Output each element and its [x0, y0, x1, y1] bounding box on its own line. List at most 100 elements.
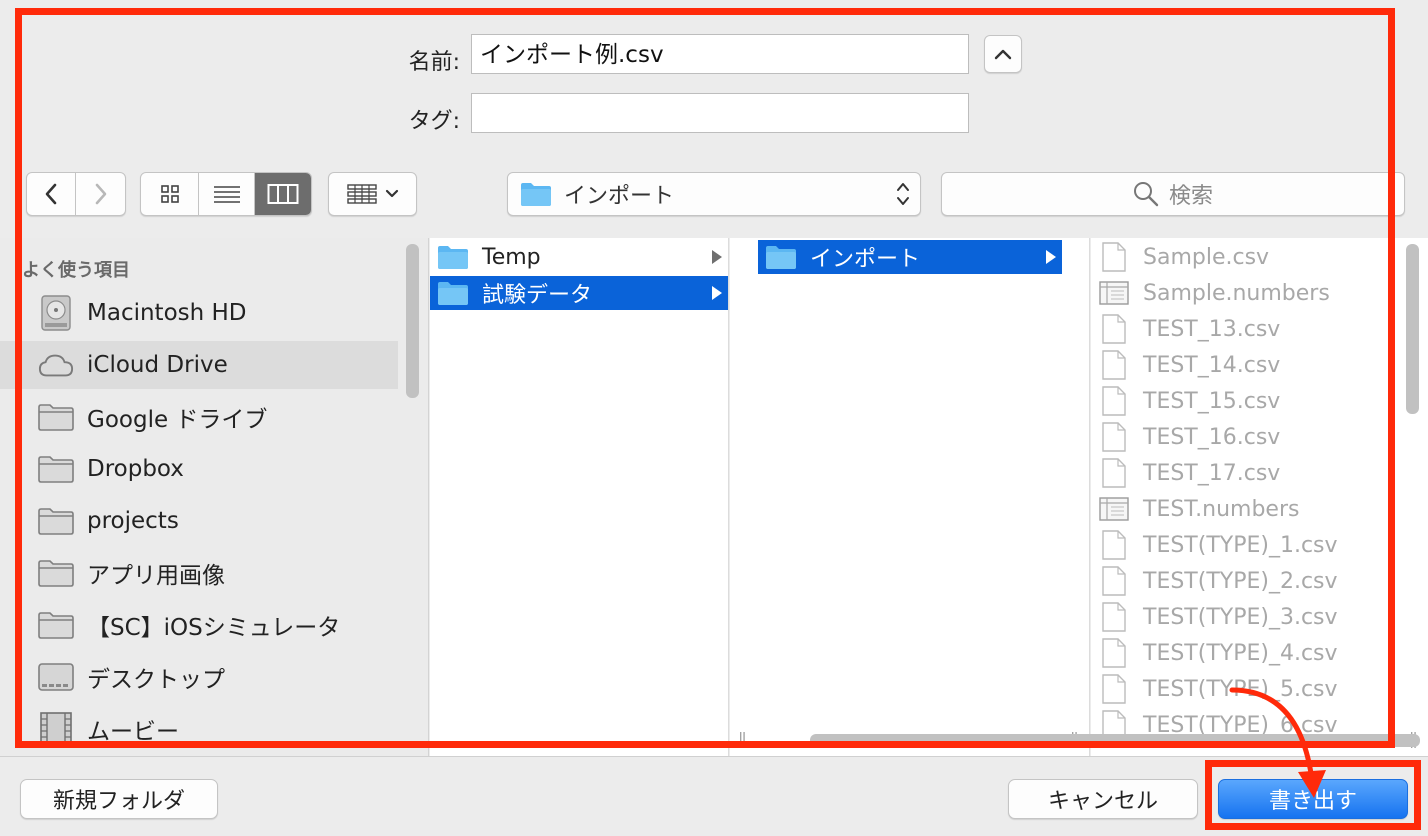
chevron-down-icon [385, 189, 398, 198]
collapse-button[interactable] [984, 35, 1022, 73]
back-forward-control [26, 172, 126, 216]
name-field[interactable]: インポート例.csv [471, 34, 969, 74]
file-row[interactable]: TEST_15.csv [1091, 384, 1391, 418]
file-row[interactable]: TEST_17.csv [1091, 456, 1391, 490]
csv-file-icon [1097, 386, 1131, 416]
sidebar-item-app-images[interactable]: アプリ用画像 [0, 549, 398, 597]
sidebar-item-google-drive[interactable]: Google ドライブ [0, 393, 398, 441]
file-row[interactable]: TEST(TYPE)_4.csv [1091, 636, 1391, 670]
folder-icon [38, 607, 74, 643]
sidebar-item-label: Macintosh HD [87, 300, 247, 326]
sidebar-section-title: よく使う項目 [22, 260, 130, 281]
sidebar-item-label: Dropbox [87, 456, 184, 482]
sidebar-item-label: iCloud Drive [87, 352, 228, 378]
folder-icon [38, 503, 74, 539]
sidebar-item-label: デスクトップ [87, 667, 225, 693]
sidebar-item-label: ムービー [87, 719, 179, 745]
file-row-label: Sample.numbers [1143, 280, 1330, 306]
file-row[interactable]: Sample.csv [1091, 240, 1391, 274]
sidebar-item-label: projects [87, 508, 179, 534]
csv-file-icon [1097, 566, 1131, 596]
file-row[interactable]: Sample.numbers [1091, 276, 1391, 310]
file-row-label: TEST(TYPE)_1.csv [1143, 532, 1338, 558]
bottom-bar: 新規フォルダ キャンセル 書き出す [0, 756, 1428, 836]
tags-label: タグ: [408, 109, 460, 134]
hard-drive-icon [38, 295, 74, 331]
folder-icon [38, 399, 74, 435]
csv-file-icon [1097, 350, 1131, 380]
disclosure-arrow-icon [712, 250, 722, 264]
file-row-label: TEST(TYPE)_2.csv [1143, 568, 1338, 594]
arrange-button[interactable] [328, 172, 417, 216]
location-popup[interactable]: インポート [507, 172, 921, 216]
csv-file-icon [1097, 638, 1131, 668]
file-row[interactable]: TEST.numbers [1091, 492, 1391, 526]
name-label: 名前: [408, 50, 460, 75]
csv-file-icon [1097, 422, 1131, 452]
file-row-label: Sample.csv [1143, 244, 1270, 270]
search-placeholder: 検索 [1168, 184, 1213, 209]
column-resize-handle[interactable]: || [738, 729, 747, 748]
file-row[interactable]: TEST_14.csv [1091, 348, 1391, 382]
sidebar-item-label: Google ドライブ [87, 407, 268, 433]
file-row[interactable]: TEST(TYPE)_2.csv [1091, 564, 1391, 598]
csv-file-icon [1097, 458, 1131, 488]
file-row[interactable]: TEST(TYPE)_3.csv [1091, 600, 1391, 634]
columns-icon [267, 184, 299, 204]
sidebar-item-desktop[interactable]: デスクトップ [0, 653, 398, 701]
csv-file-icon [1097, 314, 1131, 344]
back-button[interactable] [27, 173, 76, 215]
file-row-label: TEST(TYPE)_4.csv [1143, 640, 1338, 666]
search-icon [1133, 182, 1159, 207]
film-icon [38, 711, 74, 747]
location-label: インポート [564, 184, 675, 209]
folder-row-temp[interactable]: Temp [430, 240, 728, 274]
sidebar-item-macintosh-hd[interactable]: Macintosh HD [0, 289, 398, 337]
sidebar-item-projects[interactable]: projects [0, 497, 398, 545]
view-mode-control [140, 172, 312, 216]
file-row-label: TEST_16.csv [1143, 424, 1281, 450]
sidebar-scrollbar[interactable] [406, 244, 419, 398]
chevron-right-icon [95, 183, 106, 205]
numbers-file-icon [1097, 495, 1131, 523]
search-field[interactable]: 検索 [941, 172, 1405, 216]
folder-icon [521, 183, 551, 206]
forward-button[interactable] [76, 173, 125, 215]
numbers-file-icon [1097, 279, 1131, 307]
csv-file-icon [1097, 242, 1131, 272]
folder-icon [38, 451, 74, 487]
sidebar-item-label: アプリ用画像 [87, 563, 225, 589]
csv-file-icon [1097, 530, 1131, 560]
annotation-arrow-icon [1229, 687, 1326, 798]
grid-icon [160, 185, 179, 203]
tags-field[interactable] [471, 93, 969, 133]
folder-row-label: インポート [810, 247, 921, 272]
browser-column-1: Temp 試験データ || [430, 238, 729, 756]
file-row[interactable]: TEST(TYPE)_1.csv [1091, 528, 1391, 562]
files-scrollbar[interactable] [1406, 244, 1419, 414]
group-icon [346, 184, 377, 204]
folder-row-test-data[interactable]: 試験データ [430, 276, 728, 310]
sidebar-item-ios-simulator[interactable]: 【SC】iOSシミュレータ [0, 601, 398, 649]
new-folder-button[interactable]: 新規フォルダ [20, 779, 218, 819]
desktop-icon [38, 659, 74, 695]
file-row-label: TEST(TYPE)_3.csv [1143, 604, 1338, 630]
sidebar-item-label: 【SC】iOSシミュレータ [87, 615, 341, 641]
disclosure-arrow-icon [712, 286, 722, 300]
cancel-button[interactable]: キャンセル [1008, 779, 1198, 819]
column-view-button[interactable] [255, 173, 311, 215]
list-view-button[interactable] [199, 173, 255, 215]
icon-view-button[interactable] [141, 173, 199, 215]
folder-icon [436, 279, 470, 307]
file-row[interactable]: TEST_13.csv [1091, 312, 1391, 346]
sidebar-item-icloud-drive[interactable]: iCloud Drive [0, 341, 398, 389]
list-icon [213, 186, 240, 203]
file-row-label: TEST_15.csv [1143, 388, 1281, 414]
csv-file-icon [1097, 674, 1131, 704]
file-row[interactable]: TEST_16.csv [1091, 420, 1391, 454]
folder-row-import[interactable]: インポート [758, 240, 1062, 274]
sidebar-item-dropbox[interactable]: Dropbox [0, 445, 398, 493]
up-down-arrows-icon [897, 183, 909, 205]
disclosure-arrow-icon [1046, 250, 1056, 264]
sidebar-item-movies[interactable]: ムービー [0, 705, 398, 753]
